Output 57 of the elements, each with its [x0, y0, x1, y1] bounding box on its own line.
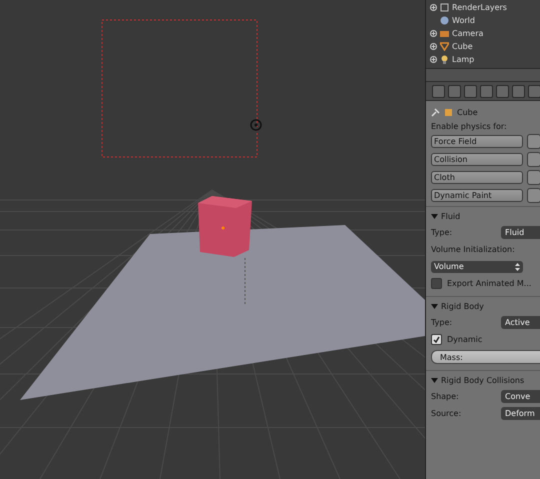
tab-icon[interactable]	[528, 84, 540, 98]
expand-icon[interactable]	[430, 43, 437, 50]
panel-title: Rigid Body	[441, 302, 484, 310]
outliner-item[interactable]: Camera	[452, 29, 484, 38]
camera-icon	[440, 29, 449, 38]
field-label: Type:	[431, 318, 452, 327]
select-field[interactable]: Deform	[501, 407, 540, 420]
select-field[interactable]: Fluid	[501, 226, 540, 239]
tab-icon[interactable]	[480, 84, 493, 98]
slider-field[interactable]: Mass:	[431, 350, 540, 364]
expand-icon[interactable]	[430, 4, 437, 11]
checkbox[interactable]	[431, 334, 442, 345]
select-field[interactable]: Conve	[501, 390, 540, 403]
physics-button[interactable]: Collision	[431, 153, 524, 166]
physics-button[interactable]: Dynamic Paint	[431, 189, 524, 202]
tab-icon[interactable]	[512, 84, 525, 98]
select-field[interactable]: Active	[501, 316, 540, 329]
field-label: Shape:	[431, 392, 459, 401]
checkbox-label: Export Animated M...	[447, 279, 532, 288]
globe-icon	[440, 16, 449, 25]
toggle-button[interactable]	[527, 134, 540, 149]
splitter-bar[interactable]	[426, 68, 540, 82]
tab-icon[interactable]	[448, 84, 461, 98]
tab-icon[interactable]	[464, 84, 477, 98]
physics-button[interactable]: Cloth	[431, 171, 524, 184]
toggle-button[interactable]	[527, 152, 540, 167]
disclosure-icon[interactable]	[431, 376, 438, 384]
layers-icon	[440, 3, 449, 12]
physics-heading: Enable physics for:	[431, 122, 508, 131]
cube-icon	[444, 108, 453, 116]
outliner-item[interactable]: RenderLayers	[452, 3, 507, 12]
expand-icon[interactable]	[430, 56, 437, 63]
stepper-icon	[515, 262, 520, 270]
disclosure-icon[interactable]	[431, 212, 438, 220]
checkbox-label: Dynamic	[447, 335, 482, 344]
outliner-item[interactable]: Lamp	[452, 55, 474, 64]
outliner-item[interactable]: World	[452, 16, 475, 25]
disclosure-icon[interactable]	[431, 302, 438, 310]
tab-icon[interactable]	[496, 84, 509, 98]
panel-title: Fluid	[441, 212, 460, 220]
dropdown-field[interactable]: Volume	[431, 260, 523, 272]
cube[interactable]	[198, 196, 252, 257]
checkbox[interactable]	[431, 278, 442, 289]
lamp-icon[interactable]	[250, 119, 262, 131]
toggle-button[interactable]	[527, 170, 540, 185]
object-name: Cube	[457, 108, 478, 116]
tab-icon[interactable]	[432, 84, 445, 98]
section-label: Volume Initialization:	[431, 245, 515, 254]
outliner-item[interactable]: Cube	[452, 42, 473, 51]
physics-button[interactable]: Force Field	[431, 135, 524, 148]
field-label: Source:	[431, 409, 462, 418]
toggle-button[interactable]	[527, 188, 540, 203]
expand-icon[interactable]	[430, 30, 437, 37]
panel-title: Rigid Body Collisions	[441, 376, 524, 384]
field-label: Type:	[431, 228, 452, 237]
bulb-icon	[440, 55, 449, 64]
triangle-icon	[440, 42, 449, 51]
